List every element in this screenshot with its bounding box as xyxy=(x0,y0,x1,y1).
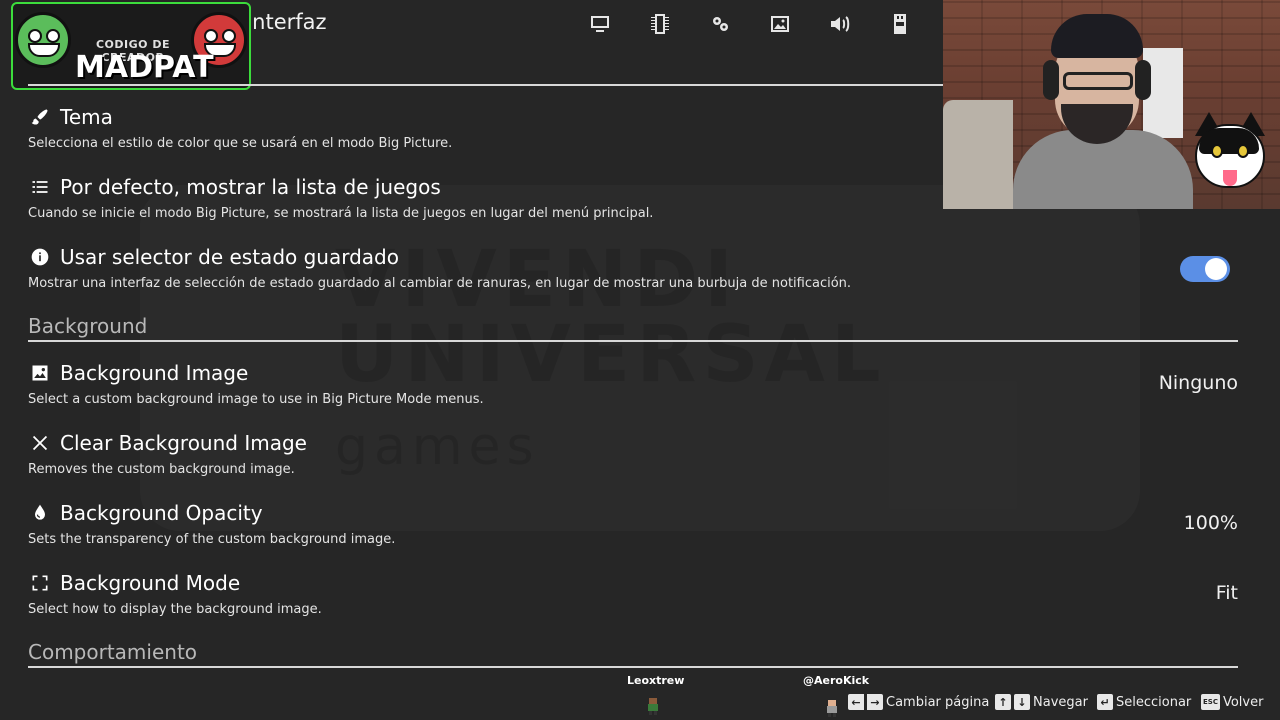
glasses xyxy=(1063,72,1133,90)
info-icon xyxy=(28,245,52,269)
image-icon xyxy=(28,361,52,385)
sofa xyxy=(943,100,1013,209)
cat-mascot xyxy=(1185,110,1275,209)
setting-description: Select a custom background image to use … xyxy=(28,392,484,407)
chat-avatar-1 xyxy=(646,697,660,715)
creator-code-logo: CODIGO DE CREADOR MADPAT xyxy=(11,2,251,90)
setting-title: Por defecto, mostrar la lista de juegos xyxy=(60,175,441,199)
chat-username-2: @AeroKick xyxy=(803,674,870,687)
volume-icon[interactable] xyxy=(810,8,870,40)
background-watermark: VIVENDI UNIVERSAL games xyxy=(140,185,1140,531)
arrow-down-icon: ↓ xyxy=(1014,694,1030,710)
memory-card-icon[interactable] xyxy=(870,8,930,40)
hint-back: ESC Volver xyxy=(1201,694,1263,710)
setting-title: Background Opacity xyxy=(60,501,263,525)
setting-title: Background Mode xyxy=(60,571,241,595)
setting-value: Fit xyxy=(1215,582,1238,604)
hint-select: ↵ Seleccionar xyxy=(1097,694,1191,710)
setting-description: Sets the transparency of the custom back… xyxy=(28,532,396,547)
controller-settings-icon[interactable] xyxy=(690,8,750,40)
section-divider xyxy=(28,340,1238,342)
setting-background-mode[interactable]: Background Mode Select how to display th… xyxy=(28,569,1240,617)
hint-label: Navegar xyxy=(1033,694,1088,710)
memory-icon[interactable] xyxy=(630,8,690,40)
section-divider xyxy=(28,666,1238,668)
close-icon xyxy=(28,431,52,455)
setting-background-opacity[interactable]: Background Opacity Sets the transparency… xyxy=(28,499,1240,547)
logo-name: MADPAT xyxy=(75,50,214,85)
hint-change-page: ← → Cambiar página xyxy=(848,694,989,710)
setting-save-state-selector[interactable]: Usar selector de estado guardado Mostrar… xyxy=(28,243,1240,291)
list-icon xyxy=(28,175,52,199)
setting-value: Ninguno xyxy=(1158,372,1238,394)
headset-right xyxy=(1135,60,1151,100)
webcam-overlay xyxy=(943,0,1280,209)
footer-bar xyxy=(0,686,1280,720)
category-tabs xyxy=(570,8,990,40)
setting-title: Tema xyxy=(60,105,113,129)
setting-description: Removes the custom background image. xyxy=(28,462,295,477)
esc-key-icon: ESC xyxy=(1201,694,1220,710)
section-heading-behavior: Comportamiento xyxy=(28,640,198,664)
paintbrush-icon xyxy=(28,105,52,129)
setting-title: Background Image xyxy=(60,361,249,385)
setting-title: Usar selector de estado guardado xyxy=(60,245,399,269)
arrow-up-icon: ↑ xyxy=(995,694,1011,710)
section-heading-background: Background xyxy=(28,314,148,338)
fullscreen-icon xyxy=(28,571,52,595)
setting-value: 100% xyxy=(1183,512,1238,534)
arrow-left-icon: ← xyxy=(848,694,864,710)
hint-label: Cambiar página xyxy=(886,694,990,710)
logo-face-left xyxy=(15,12,71,68)
arrow-right-icon: → xyxy=(867,694,883,710)
save-state-selector-toggle[interactable] xyxy=(1180,256,1230,282)
toggle-knob xyxy=(1205,258,1227,280)
image-icon[interactable] xyxy=(750,8,810,40)
hint-label: Seleccionar xyxy=(1116,694,1192,710)
chat-username-1: Leoxtrew xyxy=(627,674,685,687)
headset-left xyxy=(1043,60,1059,100)
chat-avatar-2 xyxy=(825,699,839,717)
setting-description: Select how to display the background ima… xyxy=(28,602,322,617)
monitor-icon[interactable] xyxy=(570,8,630,40)
hint-label: Volver xyxy=(1222,694,1264,710)
setting-description: Mostrar una interfaz de selección de est… xyxy=(28,276,852,291)
droplet-icon xyxy=(28,501,52,525)
setting-title: Clear Background Image xyxy=(60,431,307,455)
setting-background-image[interactable]: Background Image Select a custom backgro… xyxy=(28,359,1240,407)
setting-clear-background-image[interactable]: Clear Background Image Removes the custo… xyxy=(28,429,1240,477)
hint-navigate: ↑ ↓ Navegar xyxy=(995,694,1088,710)
enter-key-icon: ↵ xyxy=(1097,694,1113,710)
